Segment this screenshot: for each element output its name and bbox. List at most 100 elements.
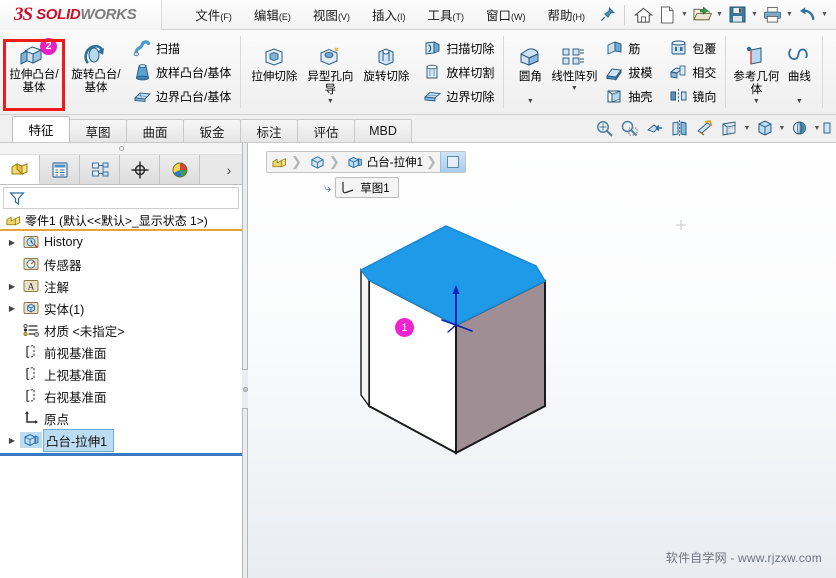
- feature-tree-filter-input[interactable]: [30, 191, 238, 205]
- menu-item-view[interactable]: 视图(V): [302, 1, 361, 28]
- display-style-caret-icon[interactable]: ▼: [742, 116, 752, 140]
- undo-icon[interactable]: [795, 2, 819, 28]
- intersect-button[interactable]: 相交: [665, 60, 721, 84]
- tab-mbd[interactable]: MBD: [354, 119, 412, 142]
- hide-show-caret-icon[interactable]: ▼: [777, 116, 787, 140]
- tree-item-front-plane[interactable]: 前视基准面: [0, 341, 242, 363]
- tree-item-origin[interactable]: 原点: [0, 407, 242, 429]
- tree-item-sensors[interactable]: 传感器: [0, 253, 242, 275]
- feature-tree-filter[interactable]: [3, 187, 239, 209]
- draft-button[interactable]: 拔模: [601, 60, 657, 84]
- curves-button[interactable]: 曲线 ▼: [779, 38, 819, 112]
- dimxpert-manager-tab[interactable]: [120, 155, 160, 184]
- hole-wizard-button[interactable]: 异型孔向导 ▼: [302, 38, 358, 112]
- appearances-caret-icon[interactable]: ▼: [812, 116, 822, 140]
- tree-rollback-bar[interactable]: [0, 453, 242, 456]
- view-orientation-icon[interactable]: [692, 116, 717, 140]
- apply-scene-icon[interactable]: [822, 116, 832, 140]
- section-view-icon[interactable]: [667, 116, 692, 140]
- expand-arrow-icon[interactable]: ▶: [4, 304, 20, 313]
- display-manager-tab[interactable]: [160, 155, 200, 184]
- model-3d-solid[interactable]: [248, 143, 836, 578]
- menu-mnemonic: (F): [220, 12, 232, 22]
- shell-button[interactable]: 抽壳: [601, 84, 657, 108]
- tree-item-top-plane[interactable]: 上视基准面: [0, 363, 242, 385]
- linear-pattern-caret-icon[interactable]: ▼: [571, 85, 578, 92]
- tab-evaluate[interactable]: 评估: [297, 119, 355, 142]
- tree-item-label: 右视基准面: [44, 387, 107, 406]
- tree-item-material[interactable]: 材质 <未指定>: [0, 319, 242, 341]
- feature-manager-tab[interactable]: [0, 155, 40, 184]
- tab-surfaces[interactable]: 曲面: [126, 119, 184, 142]
- new-document-icon[interactable]: [655, 2, 679, 28]
- wrap-button[interactable]: 包覆: [665, 36, 721, 60]
- reference-geometry-caret-icon[interactable]: ▼: [753, 98, 760, 105]
- tree-item-history[interactable]: ▶ History: [0, 231, 242, 253]
- expand-arrow-icon[interactable]: ▶: [4, 238, 20, 247]
- zoom-to-fit-icon[interactable]: [592, 116, 617, 140]
- tree-item-right-plane[interactable]: 右视基准面: [0, 385, 242, 407]
- pin-icon[interactable]: [596, 4, 618, 26]
- zoom-to-area-icon[interactable]: [617, 116, 642, 140]
- previous-view-icon[interactable]: [642, 116, 667, 140]
- menu-item-insert[interactable]: 插入(I): [361, 1, 417, 28]
- tree-item-extrude1[interactable]: ▶ 凸台-拉伸1: [0, 429, 242, 451]
- menu-item-window[interactable]: 窗口(W): [475, 1, 537, 28]
- print-icon[interactable]: [760, 2, 784, 28]
- extruded-cut-label: 拉伸切除: [251, 71, 297, 84]
- print-caret-icon[interactable]: ▼: [784, 2, 795, 28]
- appearances-icon[interactable]: [787, 116, 812, 140]
- revolved-boss-button[interactable]: 旋转凸台/基体: [68, 36, 124, 112]
- hole-wizard-caret-icon[interactable]: ▼: [327, 98, 334, 105]
- extruded-cut-button[interactable]: 拉伸切除: [246, 38, 302, 112]
- rib-button[interactable]: 筋: [601, 36, 657, 60]
- reference-geometry-button[interactable]: 参考几何体 ▼: [733, 38, 779, 112]
- menu-mnemonic: (H): [573, 12, 586, 22]
- undo-caret-icon[interactable]: ▼: [819, 2, 830, 28]
- mirror-button[interactable]: 镜向: [665, 84, 721, 108]
- menu-item-help[interactable]: 帮助(H): [536, 1, 596, 28]
- tab-features[interactable]: 特征: [12, 116, 70, 142]
- home-icon[interactable]: [631, 2, 655, 28]
- configuration-manager-tab[interactable]: [80, 155, 120, 184]
- swept-boss-button[interactable]: 扫描: [129, 36, 236, 60]
- extruded-boss-button[interactable]: 2 拉伸凸台/基体: [6, 36, 62, 112]
- tree-item-annotations[interactable]: ▶ A 注解: [0, 275, 242, 297]
- curves-caret-icon[interactable]: ▼: [796, 98, 803, 105]
- tab-sheet-metal[interactable]: 钣金: [183, 119, 241, 142]
- ribbon-toolbar: 2 拉伸凸台/基体 旋转凸台/基体: [0, 30, 836, 115]
- save-icon[interactable]: [725, 2, 749, 28]
- fillet-caret-icon[interactable]: ▼: [527, 98, 534, 105]
- lofted-boss-button[interactable]: 放样凸台/基体: [129, 60, 236, 84]
- swept-cut-button[interactable]: 扫描切除: [419, 36, 499, 60]
- boundary-cut-button[interactable]: 边界切除: [419, 84, 499, 108]
- tab-sketch[interactable]: 草图: [69, 119, 127, 142]
- revolved-cut-button[interactable]: 旋转切除: [358, 38, 414, 112]
- boundary-boss-button[interactable]: 边界凸台/基体: [129, 84, 236, 108]
- panel-expand-arrow[interactable]: ›: [216, 155, 242, 184]
- fillet-button[interactable]: 圆角 ▼: [509, 38, 551, 112]
- expand-arrow-icon[interactable]: ▶: [4, 282, 20, 291]
- expand-arrow-icon[interactable]: ▶: [4, 436, 20, 445]
- crosshair-cursor-icon: [676, 220, 686, 230]
- menu-item-file[interactable]: 文件(F): [184, 1, 243, 28]
- new-document-caret-icon[interactable]: ▼: [679, 2, 690, 28]
- display-style-icon[interactable]: [717, 116, 742, 140]
- panel-collapse-grip[interactable]: [0, 143, 242, 155]
- solidworks-window: 3S SOLIDWORKS 文件(F) 编辑(E) 视图(V) 插入(I) 工具…: [0, 0, 836, 578]
- open-folder-icon[interactable]: [690, 2, 714, 28]
- save-caret-icon[interactable]: ▼: [749, 2, 760, 28]
- graphics-viewport[interactable]: ❯ ❯ 凸台-拉伸1 ❯: [248, 143, 836, 578]
- instant3d-button[interactable]: Instant3D: [828, 42, 836, 112]
- tab-markup[interactable]: 标注: [240, 119, 298, 142]
- open-folder-caret-icon[interactable]: ▼: [714, 2, 725, 28]
- lofted-cut-button[interactable]: 放样切割: [419, 60, 499, 84]
- tree-root-item[interactable]: 零件1 (默认<<默认>_显示状态 1>): [0, 212, 242, 231]
- menu-item-tools[interactable]: 工具(T): [416, 1, 475, 28]
- hide-show-icon[interactable]: [752, 116, 777, 140]
- tree-item-solid-bodies[interactable]: ▶ 实体(1): [0, 297, 242, 319]
- property-manager-tab[interactable]: [40, 155, 80, 184]
- linear-pattern-button[interactable]: 线性阵列 ▼: [551, 38, 597, 112]
- svg-text:A: A: [28, 282, 35, 292]
- menu-item-edit[interactable]: 编辑(E): [243, 1, 302, 28]
